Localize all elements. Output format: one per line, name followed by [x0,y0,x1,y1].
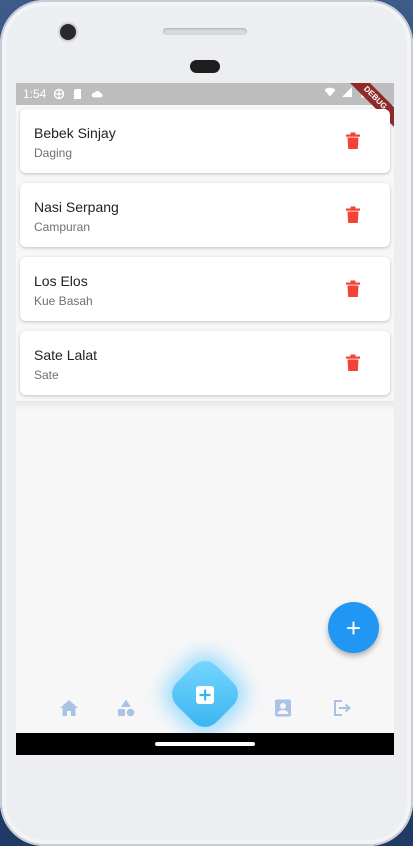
delete-icon[interactable] [346,354,360,371]
phone-frame: 1:54 DEBUG Bebek Sinjay Daging Nasi Serp… [0,0,413,846]
home-icon[interactable] [59,698,79,718]
app-screen: 1:54 DEBUG Bebek Sinjay Daging Nasi Serp… [16,83,394,733]
vpn-icon [54,88,65,100]
item-category: Kue Basah [34,294,93,308]
item-category: Campuran [34,220,91,234]
front-camera [60,24,76,40]
system-navigation-bar [16,733,394,755]
shapes-icon[interactable] [116,698,136,718]
sd-card-icon [74,89,82,99]
item-category: Sate [34,368,59,382]
add-item-fab[interactable]: + [328,602,379,653]
item-name: Sate Lalat [34,347,98,363]
item-name: Bebek Sinjay [34,125,116,141]
item-name: Los Elos [34,273,88,289]
delete-icon[interactable] [346,132,360,149]
home-gesture-pill[interactable] [155,742,255,746]
signal-icon [342,87,352,97]
wifi-icon [324,87,336,97]
earpiece-speaker [163,28,247,35]
delete-icon[interactable] [346,280,360,297]
list-item[interactable]: Bebek Sinjay Daging [20,109,390,173]
status-time: 1:54 [23,87,47,101]
list-item[interactable]: Sate Lalat Sate [20,331,390,395]
status-bar: 1:54 DEBUG [16,83,394,130]
list-item[interactable]: Nasi Serpang Campuran [20,183,390,247]
item-category: Daging [34,146,73,160]
list-item[interactable]: Los Elos Kue Basah [20,257,390,321]
plus-icon: + [345,612,362,643]
list-divider-shadow [16,401,394,411]
item-name: Nasi Serpang [34,199,119,215]
add-box-icon [196,686,214,704]
proximity-sensor [190,60,220,73]
cloud-icon [92,91,103,98]
logout-icon[interactable] [332,698,352,718]
contact-card-icon[interactable] [273,698,293,718]
food-list: Bebek Sinjay Daging Nasi Serpang Campura… [20,109,390,405]
delete-icon[interactable] [346,206,360,223]
